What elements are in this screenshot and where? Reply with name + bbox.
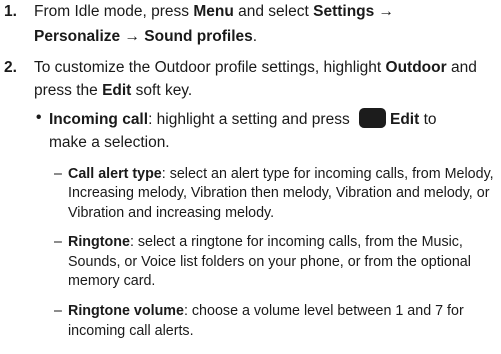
step-2-line-1: To customize the Outdoor profile setting… bbox=[34, 59, 477, 76]
sub-item-line-1: Ringtone volume: choose a volume level b… bbox=[68, 303, 464, 319]
outdoor-term: Outdoor bbox=[385, 59, 447, 76]
sub-item-line-3: Vibration and increasing melody. bbox=[68, 205, 275, 221]
step-number: 2. bbox=[4, 59, 17, 76]
sub-item-line-2: Sounds, or Voice list folders on your ph… bbox=[68, 254, 471, 270]
soft-key-icon bbox=[359, 108, 386, 128]
sub-item-line-3: memory card. bbox=[68, 273, 156, 289]
sub-item-line-1: Ringtone: select a ringtone for incoming… bbox=[68, 234, 463, 250]
ringtone-term: Ringtone bbox=[68, 234, 130, 250]
menu-path: Personalize → Sound profiles bbox=[34, 28, 253, 45]
sub-item-line-2: Increasing melody, Vibration then melody… bbox=[68, 185, 490, 201]
sub-item-line-1: Call alert type: select an alert type fo… bbox=[68, 166, 494, 182]
call-alert-type-term: Call alert type bbox=[68, 166, 162, 182]
bullet-line-1: Incoming call: highlight a setting and p… bbox=[49, 108, 437, 130]
dash-marker: – bbox=[54, 166, 62, 182]
edit-term: Edit bbox=[102, 82, 132, 99]
menu-term: Menu bbox=[193, 3, 234, 20]
bullet-line-2: make a selection. bbox=[49, 134, 170, 151]
ringtone-volume-term: Ringtone volume bbox=[68, 303, 184, 319]
sub-item-line-2: incoming call alerts. bbox=[68, 323, 194, 339]
incoming-call-term: Incoming call bbox=[49, 111, 149, 128]
bullet-marker: • bbox=[36, 109, 42, 126]
step-2-line-2: press the Edit soft key. bbox=[34, 82, 193, 99]
edit-key-label: Edit bbox=[390, 111, 420, 128]
step-1-line-2: Personalize → Sound profiles. bbox=[34, 28, 258, 45]
settings-term: Settings → bbox=[313, 3, 395, 20]
step-number: 1. bbox=[4, 3, 17, 20]
step-1-line-1: From Idle mode, press Menu and select Se… bbox=[34, 3, 395, 20]
dash-marker: – bbox=[54, 234, 62, 250]
dash-marker: – bbox=[54, 303, 62, 319]
